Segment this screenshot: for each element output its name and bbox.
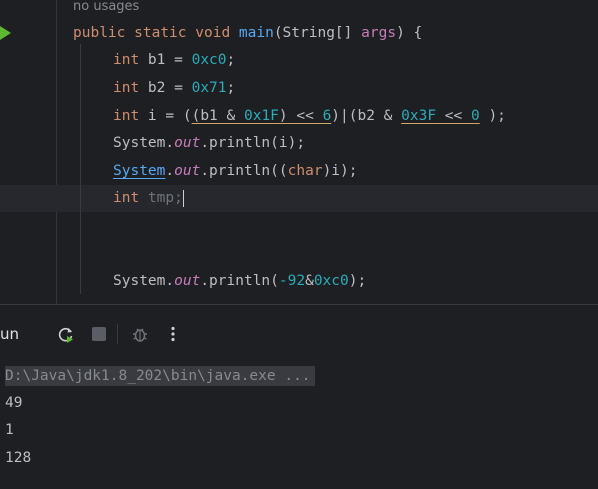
code-line-main: public static void main(String[] args) { (73, 25, 423, 41)
run-tool-window: un D:\Java\jdk1.8_202\bin\java.exe ... 4… (0, 305, 598, 489)
console-output-line: 1 (5, 422, 14, 438)
rerun-icon[interactable] (54, 322, 78, 346)
code-line-b2: int b2 = 0x71; (113, 80, 236, 96)
run-tab-title[interactable]: un (0, 325, 19, 343)
indent-guide (80, 44, 81, 294)
code-line-println-and: System.out.println(-92&0xc0); (113, 273, 367, 289)
debug-icon[interactable] (128, 322, 152, 346)
stop-icon[interactable] (87, 322, 111, 346)
run-gutter-icon[interactable] (0, 26, 11, 40)
text-caret (182, 189, 184, 207)
code-editor[interactable]: no usages public static void main(String… (0, 0, 598, 304)
console-output-line: 128 (5, 450, 32, 466)
gutter-divider (56, 0, 57, 304)
usages-hint[interactable]: no usages (73, 0, 139, 14)
console-output-line: 49 (5, 395, 23, 411)
console-command-line[interactable]: D:\Java\jdk1.8_202\bin\java.exe ... (5, 366, 315, 386)
code-line-i: int i = ((b1 & 0x1F) << 6)|(b2 & 0x3F <<… (113, 108, 506, 124)
code-line-b1: int b1 = 0xc0; (113, 52, 236, 68)
current-line-highlight (0, 185, 598, 212)
code-line-println-i: System.out.println(i); (113, 135, 306, 151)
more-icon[interactable] (161, 322, 185, 346)
run-toolbar: un (0, 305, 598, 360)
toolbar-separator (117, 324, 118, 344)
code-line-println-char: System.out.println((char)i); (113, 163, 358, 179)
code-line-tmp: int tmp; (113, 189, 184, 207)
